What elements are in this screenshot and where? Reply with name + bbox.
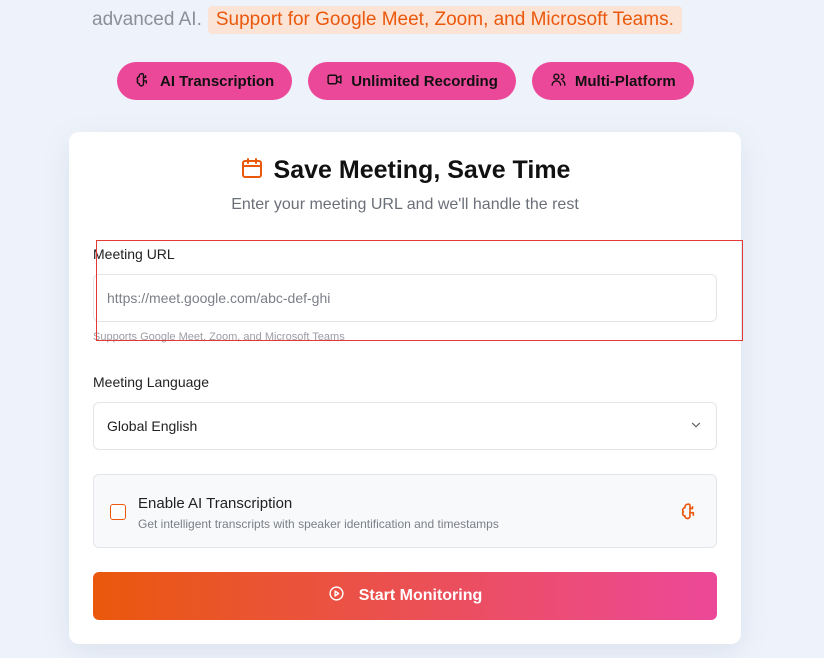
meeting-url-placeholder: https://meet.google.com/abc-def-ghi (107, 290, 331, 306)
ai-transcription-checkbox[interactable] (110, 504, 126, 520)
feature-label: AI Transcription (160, 72, 275, 90)
brain-icon (680, 501, 700, 521)
meeting-language-label: Meeting Language (93, 374, 209, 390)
ai-transcription-description: Get intelligent transcripts with speaker… (138, 517, 499, 531)
feature-pills: AI Transcription Unlimited Recording Mul… (117, 62, 694, 100)
start-monitoring-button[interactable]: Start Monitoring (93, 572, 717, 620)
meeting-language-value: Global English (107, 418, 198, 434)
meeting-url-input[interactable]: https://meet.google.com/abc-def-ghi (93, 274, 717, 322)
play-circle-icon (328, 585, 345, 607)
hero-text: advanced AI. Support for Google Meet, Zo… (92, 6, 682, 34)
card-subtitle: Enter your meeting URL and we'll handle … (231, 196, 579, 213)
feature-pill-ai-transcription: AI Transcription (117, 62, 293, 100)
meeting-url-hint: Supports Google Meet, Zoom, and Microsof… (93, 331, 345, 343)
start-monitoring-label: Start Monitoring (358, 587, 483, 604)
meeting-card: Save Meeting, Save Time Enter your meeti… (69, 132, 741, 644)
brain-icon (135, 71, 152, 92)
users-icon (550, 71, 567, 92)
hero-highlight: Support for Google Meet, Zoom, and Micro… (207, 6, 682, 34)
feature-label: Unlimited Recording (351, 72, 498, 90)
meeting-url-label: Meeting URL (93, 246, 175, 262)
feature-pill-unlimited-recording: Unlimited Recording (308, 62, 516, 100)
feature-label: Multi-Platform (574, 72, 676, 90)
meeting-language-select[interactable]: Global English (93, 402, 717, 450)
hero-line-text: advanced AI. (92, 9, 202, 30)
ai-transcription-title: Enable AI Transcription (138, 495, 293, 512)
card-title: Save Meeting, Save Time (273, 156, 571, 184)
chevron-down-icon (689, 418, 703, 435)
card-header: Save Meeting, Save Time (69, 156, 741, 185)
video-camera-icon (326, 71, 343, 92)
calendar-icon (240, 156, 264, 185)
ai-transcription-option[interactable]: Enable AI Transcription Get intelligent … (93, 474, 717, 548)
feature-pill-multi-platform: Multi-Platform (531, 62, 694, 100)
